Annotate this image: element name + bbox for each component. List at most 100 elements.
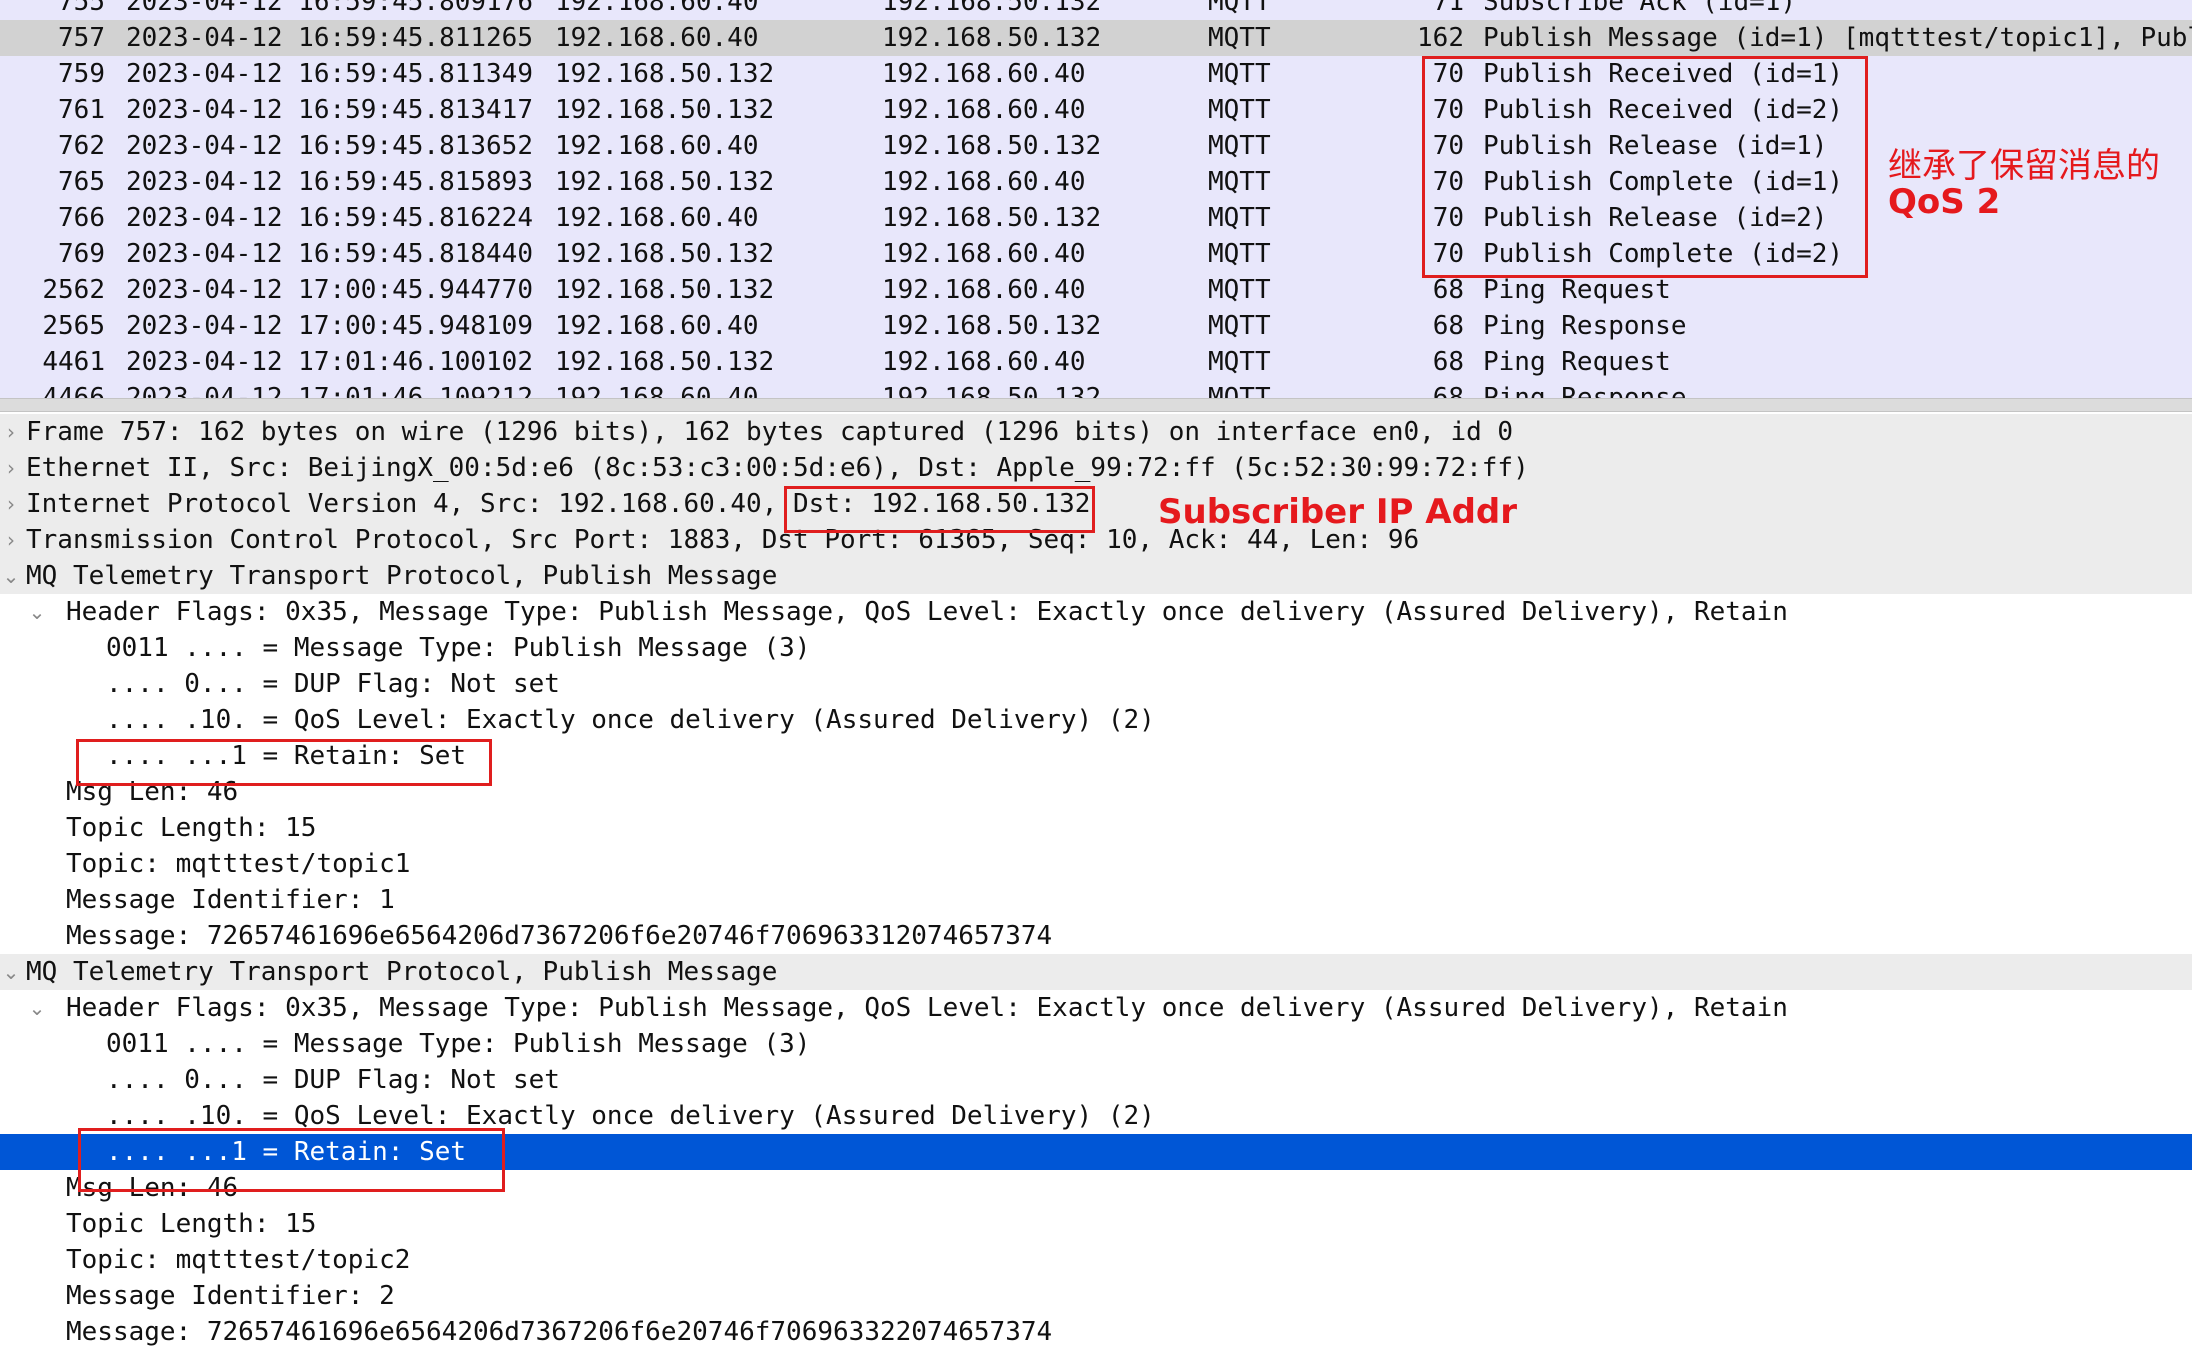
col-protocol: MQTT [1208,95,1271,125]
tree-msg-type-1[interactable]: 0011 .... = Message Type: Publish Messag… [0,630,2192,666]
chevron-down-icon[interactable]: ⌄ [26,990,48,1026]
tree-label: 0011 .... = Message Type: Publish Messag… [106,1029,811,1059]
col-protocol: MQTT [1208,275,1271,305]
tree-ip[interactable]: › Internet Protocol Version 4, Src: 192.… [0,486,2192,522]
packet-row[interactable]: 4466 2023-04-12 17:01:46.109212 192.168.60… [0,380,2192,398]
tree-dup-2[interactable]: .... 0... = DUP Flag: Not set [0,1062,2192,1098]
tree-label: .... .10. = QoS Level: Exactly once deli… [106,705,1155,735]
tree-label: Frame 757: 162 bytes on wire (1296 bits)… [26,417,1514,447]
tree-header-flags-2[interactable]: ⌄ Header Flags: 0x35, Message Type: Publ… [0,990,2192,1026]
col-source: 192.168.60.40 [555,311,759,341]
subscriber-annotation: Subscriber IP Addr [1158,492,1518,532]
col-no: 4461 [42,347,105,377]
col-no: 761 [58,95,105,125]
packet-row[interactable]: 755 2023-04-12 16:59:45.809176 192.168.60.… [0,0,2192,20]
col-source: 192.168.60.40 [555,131,759,161]
col-protocol: MQTT [1208,167,1271,197]
tree-label: Internet Protocol Version 4, Src: 192.16… [26,489,794,519]
tree-label: Message: 72657461696e6564206d7367206f6e2… [66,1317,1053,1347]
col-protocol: MQTT [1208,59,1271,89]
col-time: 2023-04-12 16:59:45.815893 [126,167,533,197]
chevron-right-icon[interactable]: › [0,522,22,558]
col-time: 2023-04-12 16:59:45.809176 [126,0,533,17]
col-time: 2023-04-12 16:59:45.813652 [126,131,533,161]
col-no: 4466 [42,383,105,398]
col-protocol: MQTT [1208,23,1271,53]
col-destination: 192.168.50.132 [882,383,1102,398]
col-destination: 192.168.50.132 [882,131,1102,161]
tree-label: Message Identifier: 1 [66,885,395,915]
col-destination: 192.168.50.132 [882,203,1102,233]
tree-ethernet[interactable]: › Ethernet II, Src: BeijingX_00:5d:e6 (8… [0,450,2192,486]
col-no: 2562 [42,275,105,305]
col-time: 2023-04-12 17:01:46.100102 [126,347,533,377]
tree-label: Topic Length: 15 [66,1209,317,1239]
col-time: 2023-04-12 17:01:46.109212 [126,383,533,398]
pane-splitter[interactable] [0,398,2192,412]
tree-label: .... 0... = DUP Flag: Not set [106,669,560,699]
col-destination: 192.168.60.40 [882,95,1086,125]
col-no: 766 [58,203,105,233]
col-source: 192.168.60.40 [555,23,759,53]
col-source: 192.168.60.40 [555,203,759,233]
col-info: Subscribe Ack (id=1) [1483,0,1797,17]
col-time: 2023-04-12 17:00:45.944770 [126,275,533,305]
tree-dup-1[interactable]: .... 0... = DUP Flag: Not set [0,666,2192,702]
packet-row-selected[interactable]: 757 2023-04-12 16:59:45.811265 192.168.60.… [0,20,2192,56]
tree-message-2[interactable]: Message: 72657461696e6564206d7367206f6e2… [0,1314,2192,1350]
tree-label: MQ Telemetry Transport Protocol, Publish… [26,957,778,987]
tree-label: Topic: mqtttest/topic1 [66,849,411,879]
tree-tcp[interactable]: › Transmission Control Protocol, Src Por… [0,522,2192,558]
tree-qos-1[interactable]: .... .10. = QoS Level: Exactly once deli… [0,702,2192,738]
col-destination: 192.168.60.40 [882,239,1086,269]
col-length: 68 [1432,347,1464,377]
tree-topic-2[interactable]: Topic: mqtttest/topic2 [0,1242,2192,1278]
tree-label: Topic: mqtttest/topic2 [66,1245,411,1275]
chevron-down-icon[interactable]: ⌄ [0,558,22,594]
chevron-right-icon[interactable]: › [0,486,22,522]
tree-label: Header Flags: 0x35, Message Type: Publis… [66,993,1788,1023]
col-no: 762 [58,131,105,161]
chevron-right-icon[interactable]: › [0,414,22,450]
tree-label: Ethernet II, Src: BeijingX_00:5d:e6 (8c:… [26,453,1529,483]
chevron-right-icon[interactable]: › [0,450,22,486]
col-info: Ping Response [1483,383,1687,398]
packet-details[interactable]: › Frame 757: 162 bytes on wire (1296 bit… [0,412,2192,1368]
col-destination: 192.168.50.132 [882,23,1102,53]
col-source: 192.168.50.132 [555,95,775,125]
tree-label: .... 0... = DUP Flag: Not set [106,1065,560,1095]
chevron-down-icon[interactable]: ⌄ [0,954,22,990]
tree-topic-len-2[interactable]: Topic Length: 15 [0,1206,2192,1242]
tree-header-flags-1[interactable]: ⌄ Header Flags: 0x35, Message Type: Publ… [0,594,2192,630]
col-source: 192.168.50.132 [555,347,775,377]
col-protocol: MQTT [1208,239,1271,269]
tree-topic-1[interactable]: Topic: mqtttest/topic1 [0,846,2192,882]
tree-label: Message: 72657461696e6564206d7367206f6e2… [66,921,1053,951]
col-no: 759 [58,59,105,89]
col-protocol: MQTT [1208,203,1271,233]
col-length: 68 [1432,311,1464,341]
col-protocol: MQTT [1208,383,1271,398]
col-time: 2023-04-12 16:59:45.811349 [126,59,533,89]
packet-row[interactable]: 2565 2023-04-12 17:00:45.948109 192.168.60… [0,308,2192,344]
tree-mqtt-1[interactable]: ⌄ MQ Telemetry Transport Protocol, Publi… [0,558,2192,594]
col-destination: 192.168.50.132 [882,311,1102,341]
tree-msg-id-2[interactable]: Message Identifier: 2 [0,1278,2192,1314]
tree-label: 0011 .... = Message Type: Publish Messag… [106,633,811,663]
qos-annotation-line1: 继承了保留消息的 [1888,146,2160,186]
col-length: 68 [1432,383,1464,398]
col-length: 71 [1432,0,1464,17]
col-destination: 192.168.60.40 [882,275,1086,305]
col-source: 192.168.50.132 [555,59,775,89]
tree-msg-type-2[interactable]: 0011 .... = Message Type: Publish Messag… [0,1026,2192,1062]
col-source: 192.168.60.40 [555,383,759,398]
chevron-down-icon[interactable]: ⌄ [26,594,48,630]
tree-mqtt-2[interactable]: ⌄ MQ Telemetry Transport Protocol, Publi… [0,954,2192,990]
packet-row[interactable]: 4461 2023-04-12 17:01:46.100102 192.168.50… [0,344,2192,380]
tree-message-1[interactable]: Message: 72657461696e6564206d7367206f6e2… [0,918,2192,954]
tree-frame[interactable]: › Frame 757: 162 bytes on wire (1296 bit… [0,414,2192,450]
tree-topic-len-1[interactable]: Topic Length: 15 [0,810,2192,846]
ip-dst-highlight-box [784,486,1095,533]
tree-label: Header Flags: 0x35, Message Type: Publis… [66,597,1788,627]
tree-msg-id-1[interactable]: Message Identifier: 1 [0,882,2192,918]
